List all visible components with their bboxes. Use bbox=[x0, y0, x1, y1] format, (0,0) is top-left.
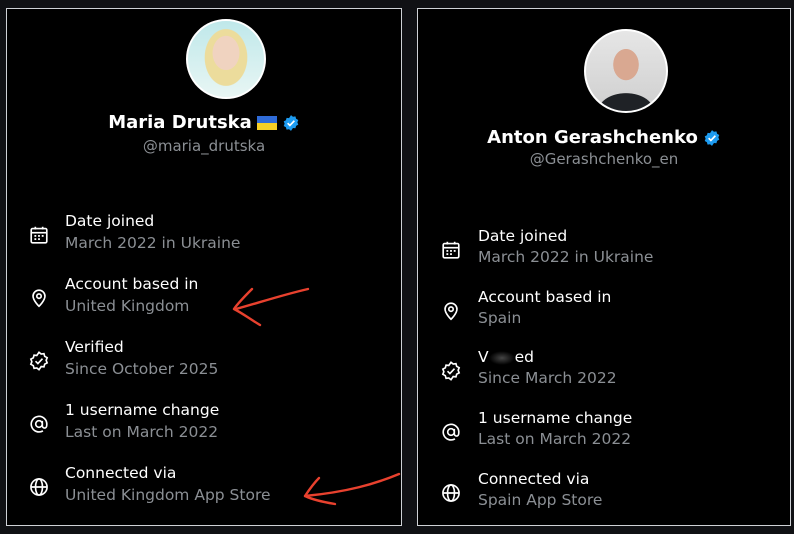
annotation-arrow bbox=[303, 472, 401, 506]
row-title: Account based in bbox=[478, 288, 612, 306]
row-title: Date joined bbox=[65, 212, 155, 230]
row-title: 1 username change bbox=[478, 409, 633, 427]
annotation-arrow bbox=[232, 287, 310, 327]
info-row-username-change: 1 username change Last on March 2022 bbox=[7, 401, 401, 447]
profile-card-maria: Maria Drutska @maria_drutska Date joined… bbox=[6, 8, 402, 526]
title-suffix: ed bbox=[514, 348, 534, 366]
profile-name: Maria Drutska bbox=[7, 112, 401, 133]
info-row-date-joined: Date joined March 2022 in Ukraine bbox=[7, 212, 401, 258]
at-sign-icon bbox=[30, 415, 48, 433]
row-value: Spain bbox=[478, 309, 522, 327]
ukraine-flag-icon bbox=[256, 115, 277, 130]
at-sign-icon bbox=[442, 423, 460, 441]
location-pin-icon bbox=[444, 302, 458, 321]
row-value: Since March 2022 bbox=[478, 369, 617, 387]
info-row-verified: Verified Since October 2025 bbox=[7, 338, 401, 384]
row-value: Last on March 2022 bbox=[65, 423, 219, 441]
profile-name: Anton Gerashchenko bbox=[418, 127, 790, 148]
verified-check-icon bbox=[29, 351, 49, 371]
row-title: Date joined bbox=[478, 227, 568, 245]
profile-card-anton: Anton Gerashchenko @Gerashchenko_en Date… bbox=[417, 8, 791, 526]
globe-icon bbox=[30, 478, 48, 496]
info-row-connected-via: Connected via Spain App Store bbox=[418, 470, 790, 516]
calendar-icon bbox=[30, 226, 48, 244]
row-title: Connected via bbox=[65, 464, 177, 482]
info-row-verified: Ved Since March 2022 bbox=[418, 348, 790, 394]
verified-badge-icon bbox=[283, 114, 299, 131]
blurred-text bbox=[488, 350, 515, 365]
row-value: Spain App Store bbox=[478, 491, 603, 509]
verified-check-icon bbox=[441, 361, 461, 381]
row-value: Last on March 2022 bbox=[478, 430, 632, 448]
row-value: United Kingdom bbox=[65, 297, 190, 315]
row-value: March 2022 in Ukraine bbox=[65, 234, 241, 252]
calendar-icon bbox=[442, 241, 460, 259]
title-prefix: V bbox=[478, 348, 489, 366]
row-title: Account based in bbox=[65, 275, 199, 293]
display-name: Maria Drutska bbox=[108, 112, 252, 133]
info-row-account-based: Account based in Spain bbox=[418, 288, 790, 334]
avatar[interactable] bbox=[186, 19, 266, 99]
row-value: United Kingdom App Store bbox=[65, 486, 271, 504]
row-title: Connected via bbox=[478, 470, 590, 488]
info-row-date-joined: Date joined March 2022 in Ukraine bbox=[418, 227, 790, 273]
row-title: 1 username change bbox=[65, 401, 220, 419]
row-title: Verified bbox=[65, 338, 124, 356]
row-title: Ved bbox=[478, 348, 534, 366]
row-value: Since October 2025 bbox=[65, 360, 219, 378]
avatar[interactable] bbox=[584, 29, 668, 113]
profile-handle[interactable]: @maria_drutska bbox=[7, 137, 401, 155]
globe-icon bbox=[442, 484, 460, 502]
display-name: Anton Gerashchenko bbox=[487, 127, 698, 148]
location-pin-icon bbox=[32, 289, 46, 308]
row-value: March 2022 in Ukraine bbox=[478, 248, 654, 266]
info-row-username-change: 1 username change Last on March 2022 bbox=[418, 409, 790, 455]
profile-handle[interactable]: @Gerashchenko_en bbox=[418, 150, 790, 168]
info-row-account-based: Account based in United Kingdom bbox=[7, 275, 401, 321]
verified-badge-icon bbox=[704, 129, 720, 146]
